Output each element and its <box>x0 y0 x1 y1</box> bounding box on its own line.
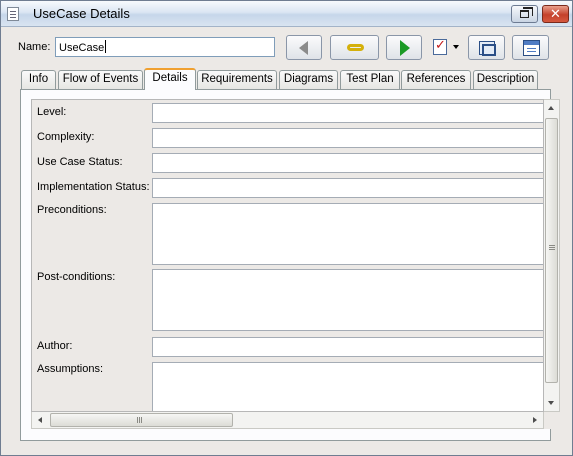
checklist-dropdown-button[interactable] <box>428 35 462 60</box>
implementation-status-label: Implementation Status: <box>37 181 150 193</box>
scrollbar-corner <box>544 412 560 429</box>
tab-info[interactable]: Info <box>21 70 56 89</box>
back-button[interactable] <box>286 35 322 60</box>
forward-button[interactable] <box>386 35 422 60</box>
tab-description[interactable]: Description <box>473 70 538 89</box>
link-icon <box>347 44 364 51</box>
text-caret <box>105 40 107 53</box>
restore-icon <box>520 7 533 18</box>
grip-icon <box>137 417 138 423</box>
details-panel: Level: Complexity: Use Case Status: Impl… <box>20 89 560 441</box>
assumptions-label: Assumptions: <box>37 363 104 375</box>
name-label: Name: <box>18 41 51 53</box>
window-title: UseCase Details <box>33 6 130 21</box>
tab-diagrams[interactable]: Diagrams <box>279 70 338 89</box>
name-input[interactable]: UseCase <box>55 37 275 57</box>
forward-arrow-icon <box>400 40 410 56</box>
complexity-field[interactable] <box>152 128 543 148</box>
level-label: Level: <box>37 106 67 118</box>
window-icon <box>523 40 540 56</box>
maximize-button[interactable] <box>468 35 505 60</box>
post-conditions-label: Post-conditions: <box>37 271 116 283</box>
tab-details[interactable]: Details <box>144 68 196 90</box>
close-button[interactable]: ✕ <box>542 5 569 23</box>
use-case-status-label: Use Case Status: <box>37 156 123 168</box>
preconditions-label: Preconditions: <box>37 204 107 216</box>
author-field[interactable] <box>152 337 543 357</box>
dropdown-arrow-icon <box>453 45 459 49</box>
scroll-down-icon[interactable] <box>548 401 554 405</box>
tab-requirements[interactable]: Requirements <box>197 70 277 89</box>
window-button[interactable] <box>512 35 549 60</box>
name-value: UseCase <box>59 42 105 54</box>
horizontal-scrollbar[interactable] <box>31 412 544 429</box>
maximize-icon <box>479 41 496 56</box>
usecase-details-window: UseCase Details ✕ Name: UseCase Info Flo… <box>0 0 573 456</box>
vertical-scrollbar[interactable] <box>544 99 560 412</box>
details-form: Level: Complexity: Use Case Status: Impl… <box>31 99 544 412</box>
level-field[interactable] <box>152 103 543 123</box>
document-icon <box>7 7 19 21</box>
assumptions-textarea[interactable] <box>152 362 543 411</box>
implementation-status-field[interactable] <box>152 178 543 198</box>
scroll-up-icon[interactable] <box>548 106 554 110</box>
restore-button[interactable] <box>511 5 538 23</box>
tab-flow-of-events[interactable]: Flow of Events <box>58 70 143 89</box>
close-icon: ✕ <box>550 6 561 21</box>
horizontal-scroll-thumb[interactable] <box>50 413 233 427</box>
tab-references[interactable]: References <box>401 70 471 89</box>
grip-icon <box>549 245 555 246</box>
link-button[interactable] <box>330 35 379 60</box>
preconditions-textarea[interactable] <box>152 203 543 265</box>
author-label: Author: <box>37 340 73 352</box>
vertical-scroll-thumb[interactable] <box>545 118 558 383</box>
scroll-left-icon[interactable] <box>38 417 42 423</box>
scroll-right-icon[interactable] <box>533 417 537 423</box>
title-bar[interactable]: UseCase Details ✕ <box>1 1 572 27</box>
complexity-label: Complexity: <box>37 131 95 143</box>
use-case-status-field[interactable] <box>152 153 543 173</box>
checklist-icon <box>433 37 447 55</box>
tab-test-plan[interactable]: Test Plan <box>340 70 400 89</box>
post-conditions-textarea[interactable] <box>152 269 543 331</box>
back-arrow-icon <box>299 41 308 55</box>
